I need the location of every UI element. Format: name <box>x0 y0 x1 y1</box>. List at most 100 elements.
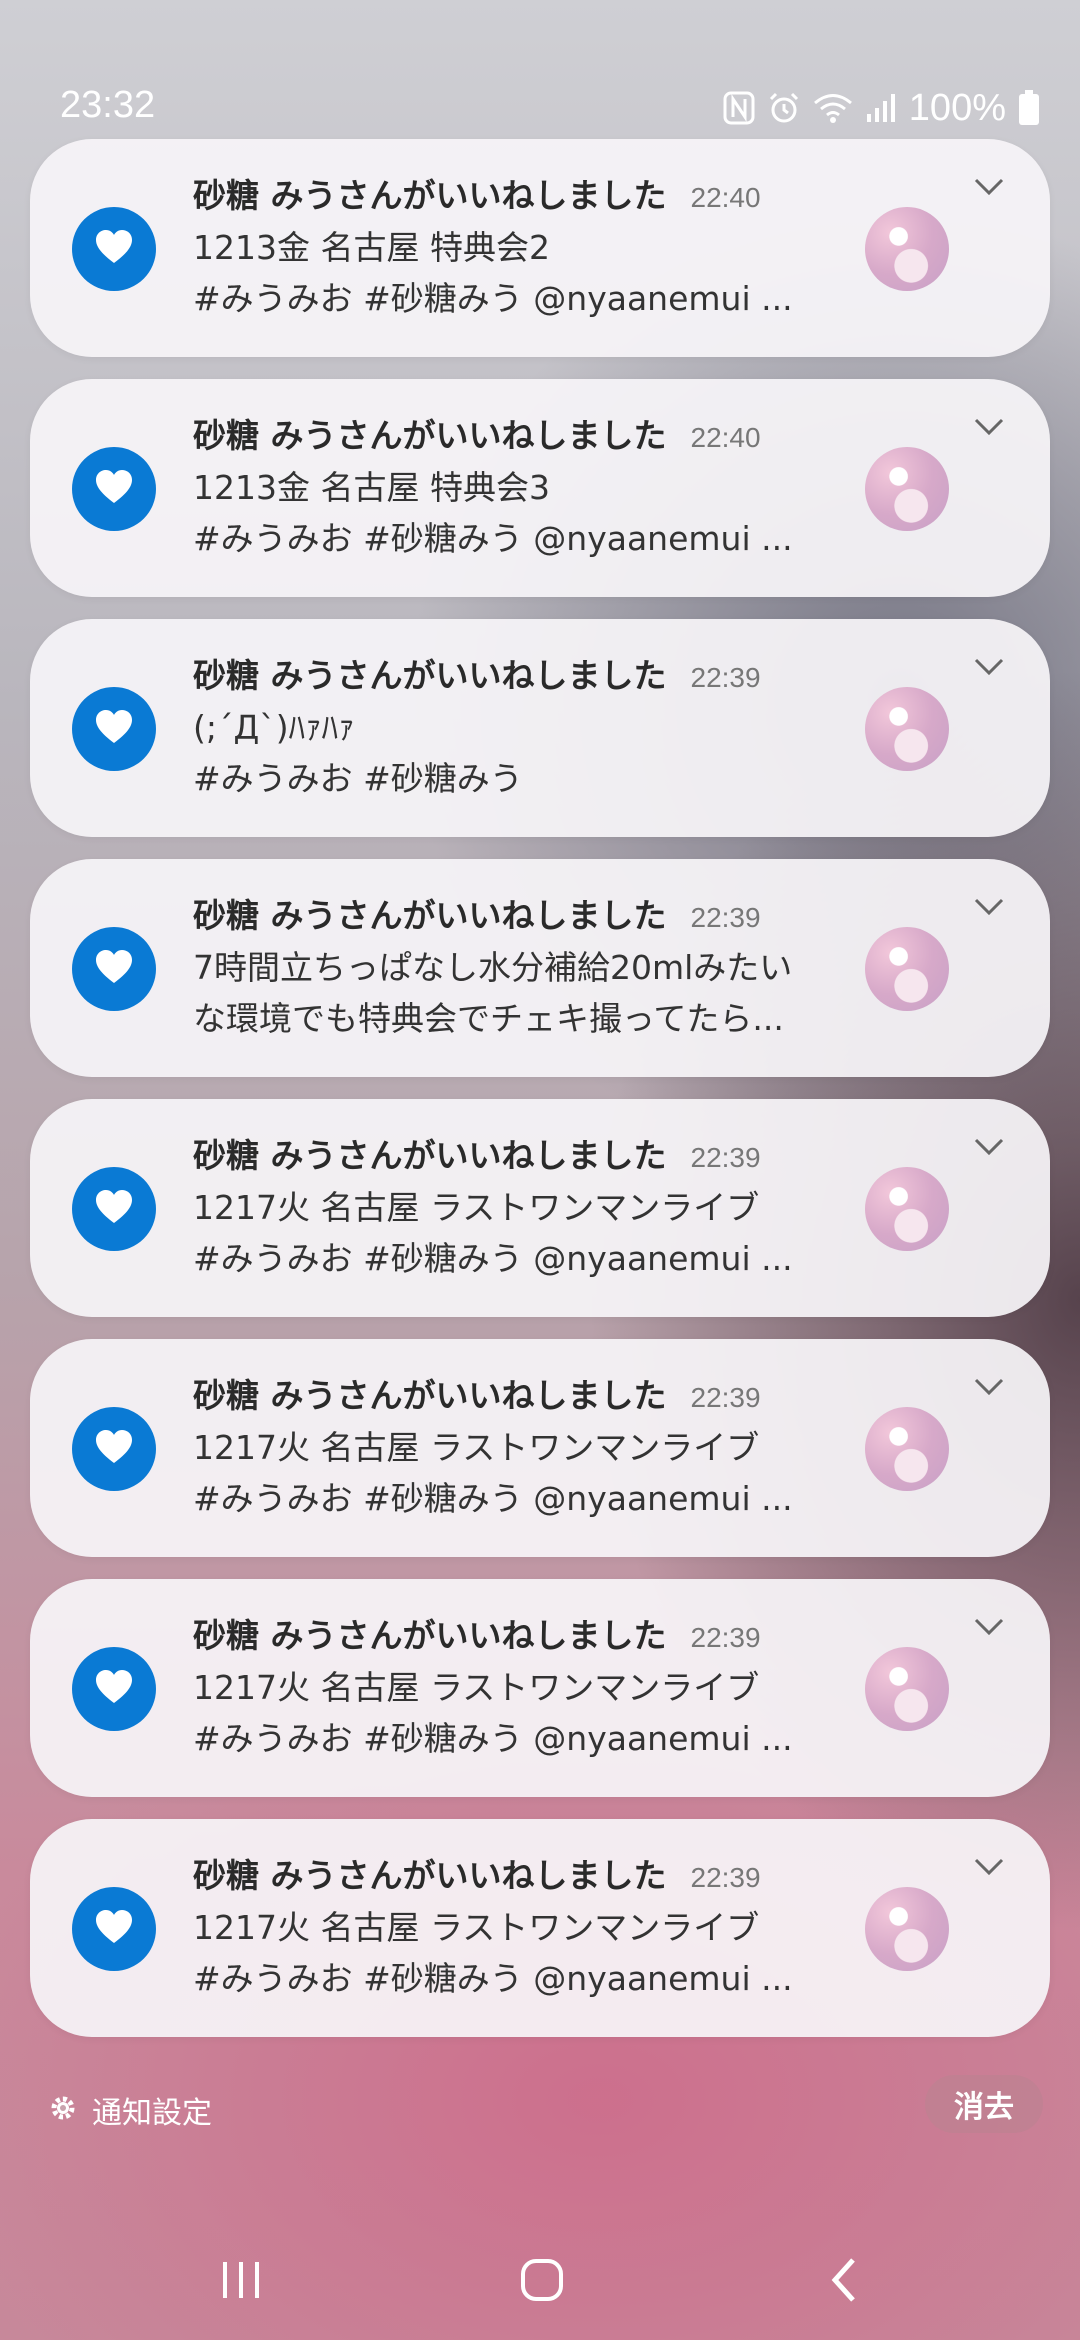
heart-icon <box>94 229 134 269</box>
signal-icon <box>865 92 897 124</box>
app-icon <box>72 1167 156 1251</box>
notification-text-line2: #みうみお #砂糖みう @nyaanemui ... <box>193 279 793 318</box>
app-icon <box>72 447 156 531</box>
notification-time: 22:39 <box>690 662 761 693</box>
status-bar: 23:32 100% <box>0 0 1080 140</box>
notification-card[interactable]: 砂糖 みうさんがいいねしました 22:39 1217火 名古屋 ラストワンマンライブ… <box>30 1579 1050 1797</box>
notification-text-line2: #みうみお #砂糖みう @nyaanemui ... <box>193 1719 793 1758</box>
notification-title: 砂糖 みうさんがいいねしました <box>193 656 667 695</box>
notification-text-line1: 1217火 名古屋 ラストワンマンライブ <box>193 1428 760 1467</box>
notification-header: 砂糖 みうさんがいいねしました 22:39 <box>193 1369 761 1417</box>
notification-title: 砂糖 みうさんがいいねしました <box>193 1136 667 1175</box>
notification-title: 砂糖 みうさんがいいねしました <box>193 1376 667 1415</box>
notification-title: 砂糖 みうさんがいいねしました <box>193 416 667 455</box>
notification-time: 22:39 <box>690 1142 761 1173</box>
notification-time: 22:40 <box>690 182 761 213</box>
notification-text-line2: #みうみお #砂糖みう @nyaanemui ... <box>193 1479 793 1518</box>
notification-time: 22:39 <box>690 902 761 933</box>
recent-apps-button[interactable] <box>206 2250 276 2310</box>
heart-icon <box>94 1909 134 1949</box>
notification-text-line2: #みうみお #砂糖みう @nyaanemui ... <box>193 519 793 558</box>
app-icon <box>72 1647 156 1731</box>
app-icon <box>72 927 156 1011</box>
notification-text-line1: 1217火 名古屋 ラストワンマンライブ <box>193 1668 760 1707</box>
heart-icon <box>94 1189 134 1229</box>
chevron-down-icon[interactable] <box>973 1137 1005 1157</box>
avatar <box>865 1167 949 1251</box>
chevron-down-icon[interactable] <box>973 657 1005 677</box>
notification-text-line1: (;´Д`)ﾊｧﾊｧ <box>193 708 355 747</box>
battery-icon <box>1018 90 1040 126</box>
nfc-icon <box>723 91 755 125</box>
notification-text-line1: 1213金 名古屋 特典会3 <box>193 468 550 507</box>
app-icon <box>72 1887 156 1971</box>
navigation-bar <box>0 2220 1080 2340</box>
home-icon <box>521 2259 563 2301</box>
notification-time: 22:39 <box>690 1622 761 1653</box>
notification-title: 砂糖 みうさんがいいねしました <box>193 896 667 935</box>
notification-time: 22:40 <box>690 422 761 453</box>
notification-text-line2: な環境でも特典会でチェキ撮ってたら... <box>193 999 784 1038</box>
notification-text-line2: #みうみお #砂糖みう @nyaanemui ... <box>193 1239 793 1278</box>
chevron-down-icon[interactable] <box>973 1617 1005 1637</box>
app-icon <box>72 207 156 291</box>
notification-card[interactable]: 砂糖 みうさんがいいねしました 22:40 1213金 名古屋 特典会3 #みうみお … <box>30 379 1050 597</box>
notification-settings-button[interactable]: 通知設定 <box>48 2088 212 2132</box>
notification-header: 砂糖 みうさんがいいねしました 22:39 <box>193 889 761 937</box>
avatar <box>865 207 949 291</box>
notification-text-line1: 7時間立ちっぱなし水分補給20mlみたい <box>193 948 793 987</box>
app-icon <box>72 1407 156 1491</box>
notification-title: 砂糖 みうさんがいいねしました <box>193 1616 667 1655</box>
avatar <box>865 1887 949 1971</box>
notification-header: 砂糖 みうさんがいいねしました 22:40 <box>193 409 761 457</box>
notification-header: 砂糖 みうさんがいいねしました 22:40 <box>193 169 761 217</box>
heart-icon <box>94 469 134 509</box>
notification-card[interactable]: 砂糖 みうさんがいいねしました 22:39 1217火 名古屋 ラストワンマンライブ… <box>30 1339 1050 1557</box>
notification-header: 砂糖 みうさんがいいねしました 22:39 <box>193 1129 761 1177</box>
notification-card[interactable]: 砂糖 みうさんがいいねしました 22:40 1213金 名古屋 特典会2 #みうみお … <box>30 139 1050 357</box>
notification-title: 砂糖 みうさんがいいねしました <box>193 176 667 215</box>
chevron-down-icon[interactable] <box>973 897 1005 917</box>
heart-icon <box>94 709 134 749</box>
clear-all-button[interactable]: 消去 <box>925 2075 1043 2133</box>
avatar <box>865 1647 949 1731</box>
avatar <box>865 447 949 531</box>
back-icon <box>831 2258 855 2302</box>
notification-header: 砂糖 みうさんがいいねしました 22:39 <box>193 1609 761 1657</box>
app-icon <box>72 687 156 771</box>
notification-text-line2: #みうみお #砂糖みう @nyaanemui ... <box>193 1959 793 1998</box>
alarm-icon <box>767 91 801 125</box>
avatar <box>865 927 949 1011</box>
status-icons: 100% <box>723 86 1040 130</box>
chevron-down-icon[interactable] <box>973 1377 1005 1397</box>
notification-card[interactable]: 砂糖 みうさんがいいねしました 22:39 1217火 名古屋 ラストワンマンライブ… <box>30 1819 1050 2037</box>
notification-time: 22:39 <box>690 1382 761 1413</box>
notification-title: 砂糖 みうさんがいいねしました <box>193 1856 667 1895</box>
heart-icon <box>94 1669 134 1709</box>
notification-text-line1: 1217火 名古屋 ラストワンマンライブ <box>193 1908 760 1947</box>
notification-card[interactable]: 砂糖 みうさんがいいねしました 22:39 (;´Д`)ﾊｧﾊｧ #みうみお #砂糖み… <box>30 619 1050 837</box>
notification-time: 22:39 <box>690 1862 761 1893</box>
chevron-down-icon[interactable] <box>973 1857 1005 1877</box>
battery-percent: 100% <box>908 86 1006 129</box>
home-button[interactable] <box>507 2250 577 2310</box>
heart-icon <box>94 1429 134 1469</box>
wifi-icon <box>813 92 853 124</box>
back-button[interactable] <box>810 2250 880 2310</box>
notification-header: 砂糖 みうさんがいいねしました 22:39 <box>193 649 761 697</box>
notification-text-line1: 1213金 名古屋 特典会2 <box>193 228 550 267</box>
avatar <box>865 1407 949 1491</box>
chevron-down-icon[interactable] <box>973 177 1005 197</box>
notification-text-line1: 1217火 名古屋 ラストワンマンライブ <box>193 1188 760 1227</box>
avatar <box>865 687 949 771</box>
notification-header: 砂糖 みうさんがいいねしました 22:39 <box>193 1849 761 1897</box>
notification-text-line2: #みうみお #砂糖みう <box>193 759 523 798</box>
recents-icon <box>223 2262 259 2298</box>
status-time: 23:32 <box>60 84 156 126</box>
notification-card[interactable]: 砂糖 みうさんがいいねしました 22:39 7時間立ちっぱなし水分補給20mlみたい… <box>30 859 1050 1077</box>
gear-icon <box>48 2093 78 2127</box>
chevron-down-icon[interactable] <box>973 417 1005 437</box>
heart-icon <box>94 949 134 989</box>
notification-card[interactable]: 砂糖 みうさんがいいねしました 22:39 1217火 名古屋 ラストワンマンライブ… <box>30 1099 1050 1317</box>
notification-settings-label: 通知設定 <box>92 2096 212 2131</box>
